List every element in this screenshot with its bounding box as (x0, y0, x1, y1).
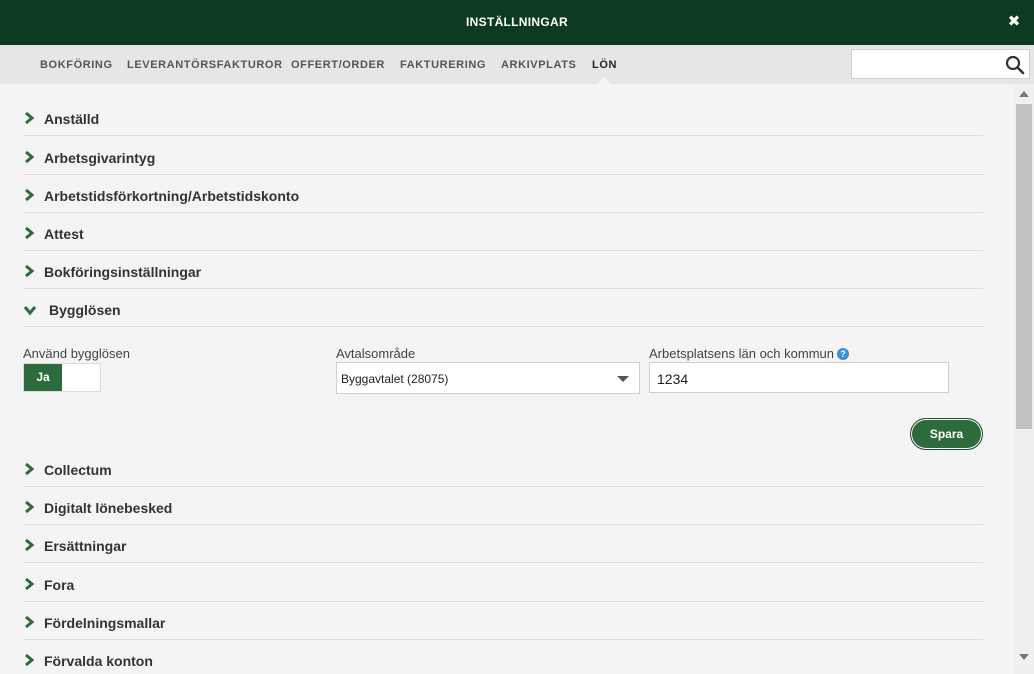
tab-offert-order[interactable]: OFFERT/ORDER (291, 59, 385, 71)
section-label: Anställd (44, 111, 100, 127)
chevron-down-icon (23, 306, 37, 316)
section-arbetsgivarintyg[interactable]: Arbetsgivarintyg (23, 137, 983, 175)
scroll-down-icon[interactable] (1019, 654, 1029, 660)
section-label: Förvalda konton (44, 653, 153, 669)
lan-kommun-label-text: Arbetsplatsens län och kommun (649, 346, 834, 361)
section-arbetstidsforkortning[interactable]: Arbetstidsförkortning/Arbetstidskonto (23, 175, 983, 213)
chevron-right-icon (25, 615, 35, 629)
section-attest[interactable]: Attest (23, 213, 983, 251)
chevron-right-icon (25, 150, 35, 164)
help-icon[interactable]: ? (836, 348, 849, 360)
tab-arkivplats[interactable]: ARKIVPLATS (501, 59, 576, 71)
chevron-right-icon (25, 462, 35, 476)
chevron-right-icon (25, 226, 35, 240)
section-fordelningsmallar[interactable]: Fördelningsmallar (23, 602, 983, 640)
section-label: Arbetstidsförkortning/Arbetstidskonto (44, 188, 300, 204)
section-label: Fördelningsmallar (44, 615, 166, 631)
tab-lon[interactable]: LÖN (592, 59, 617, 71)
chevron-right-icon (25, 264, 35, 278)
use-bygglosen-label: Använd bygglösen (23, 346, 130, 361)
chevron-right-icon (25, 653, 35, 667)
chevron-right-icon (25, 500, 35, 514)
section-digitalt-lonebesked[interactable]: Digitalt lönebesked (23, 487, 983, 525)
vertical-scrollbar[interactable] (1014, 84, 1034, 674)
lan-kommun-field[interactable] (649, 362, 949, 393)
save-button[interactable]: Spara (910, 418, 983, 450)
search-box[interactable] (851, 49, 1030, 79)
section-label: Bokföringsinställningar (44, 264, 202, 280)
section-label: Fora (44, 577, 75, 593)
scrollbar-thumb[interactable] (1016, 104, 1032, 429)
search-input[interactable] (856, 53, 1000, 77)
section-label: Bygglösen (49, 302, 121, 318)
toggle-on-label: Ja (24, 364, 62, 391)
tab-fakturering[interactable]: FAKTURERING (400, 59, 486, 71)
section-anstalld[interactable]: Anställd (23, 98, 983, 136)
chevron-right-icon (25, 538, 35, 552)
chevron-right-icon (25, 188, 35, 202)
close-icon[interactable]: ✖ (1006, 14, 1022, 30)
section-label: Collectum (44, 462, 112, 478)
avtalsomrade-value: Byggavtalet (28075) (341, 372, 449, 386)
scroll-up-icon[interactable] (1019, 91, 1029, 97)
avtalsomrade-label: Avtalsområde (336, 346, 416, 361)
lan-kommun-label: Arbetsplatsens län och kommun? (649, 346, 849, 361)
search-icon[interactable] (1005, 55, 1025, 75)
caret-down-icon (617, 376, 629, 382)
section-bokforingsinstallningar[interactable]: Bokföringsinställningar (23, 251, 983, 289)
settings-content: Anställd Arbetsgivarintyg Arbetstidsförk… (0, 84, 1014, 674)
section-fora[interactable]: Fora (23, 564, 983, 602)
section-label: Attest (44, 226, 84, 242)
section-label: Ersättningar (44, 538, 127, 554)
use-bygglosen-toggle[interactable]: Ja (23, 363, 101, 392)
title-bar: INSTÄLLNINGAR ✖ (0, 0, 1034, 45)
avtalsomrade-select[interactable]: Byggavtalet (28075) (336, 362, 640, 394)
lan-kommun-input[interactable] (655, 367, 939, 391)
tab-leverantorsfakturor[interactable]: LEVERANTÖRSFAKTUROR (127, 59, 283, 71)
section-bygglosen[interactable]: Bygglösen (23, 289, 983, 327)
tab-bokforing[interactable]: BOKFÖRING (40, 59, 113, 71)
section-collectum[interactable]: Collectum (23, 449, 983, 487)
chevron-right-icon (25, 111, 35, 125)
section-label: Digitalt lönebesked (44, 500, 173, 516)
section-label: Arbetsgivarintyg (44, 150, 156, 166)
section-ersattningar[interactable]: Ersättningar (23, 525, 983, 563)
active-tab-indicator (597, 77, 611, 84)
window-title: INSTÄLLNINGAR (466, 15, 568, 29)
section-forvalda-konton[interactable]: Förvalda konton (23, 640, 983, 674)
chevron-right-icon (25, 577, 35, 591)
